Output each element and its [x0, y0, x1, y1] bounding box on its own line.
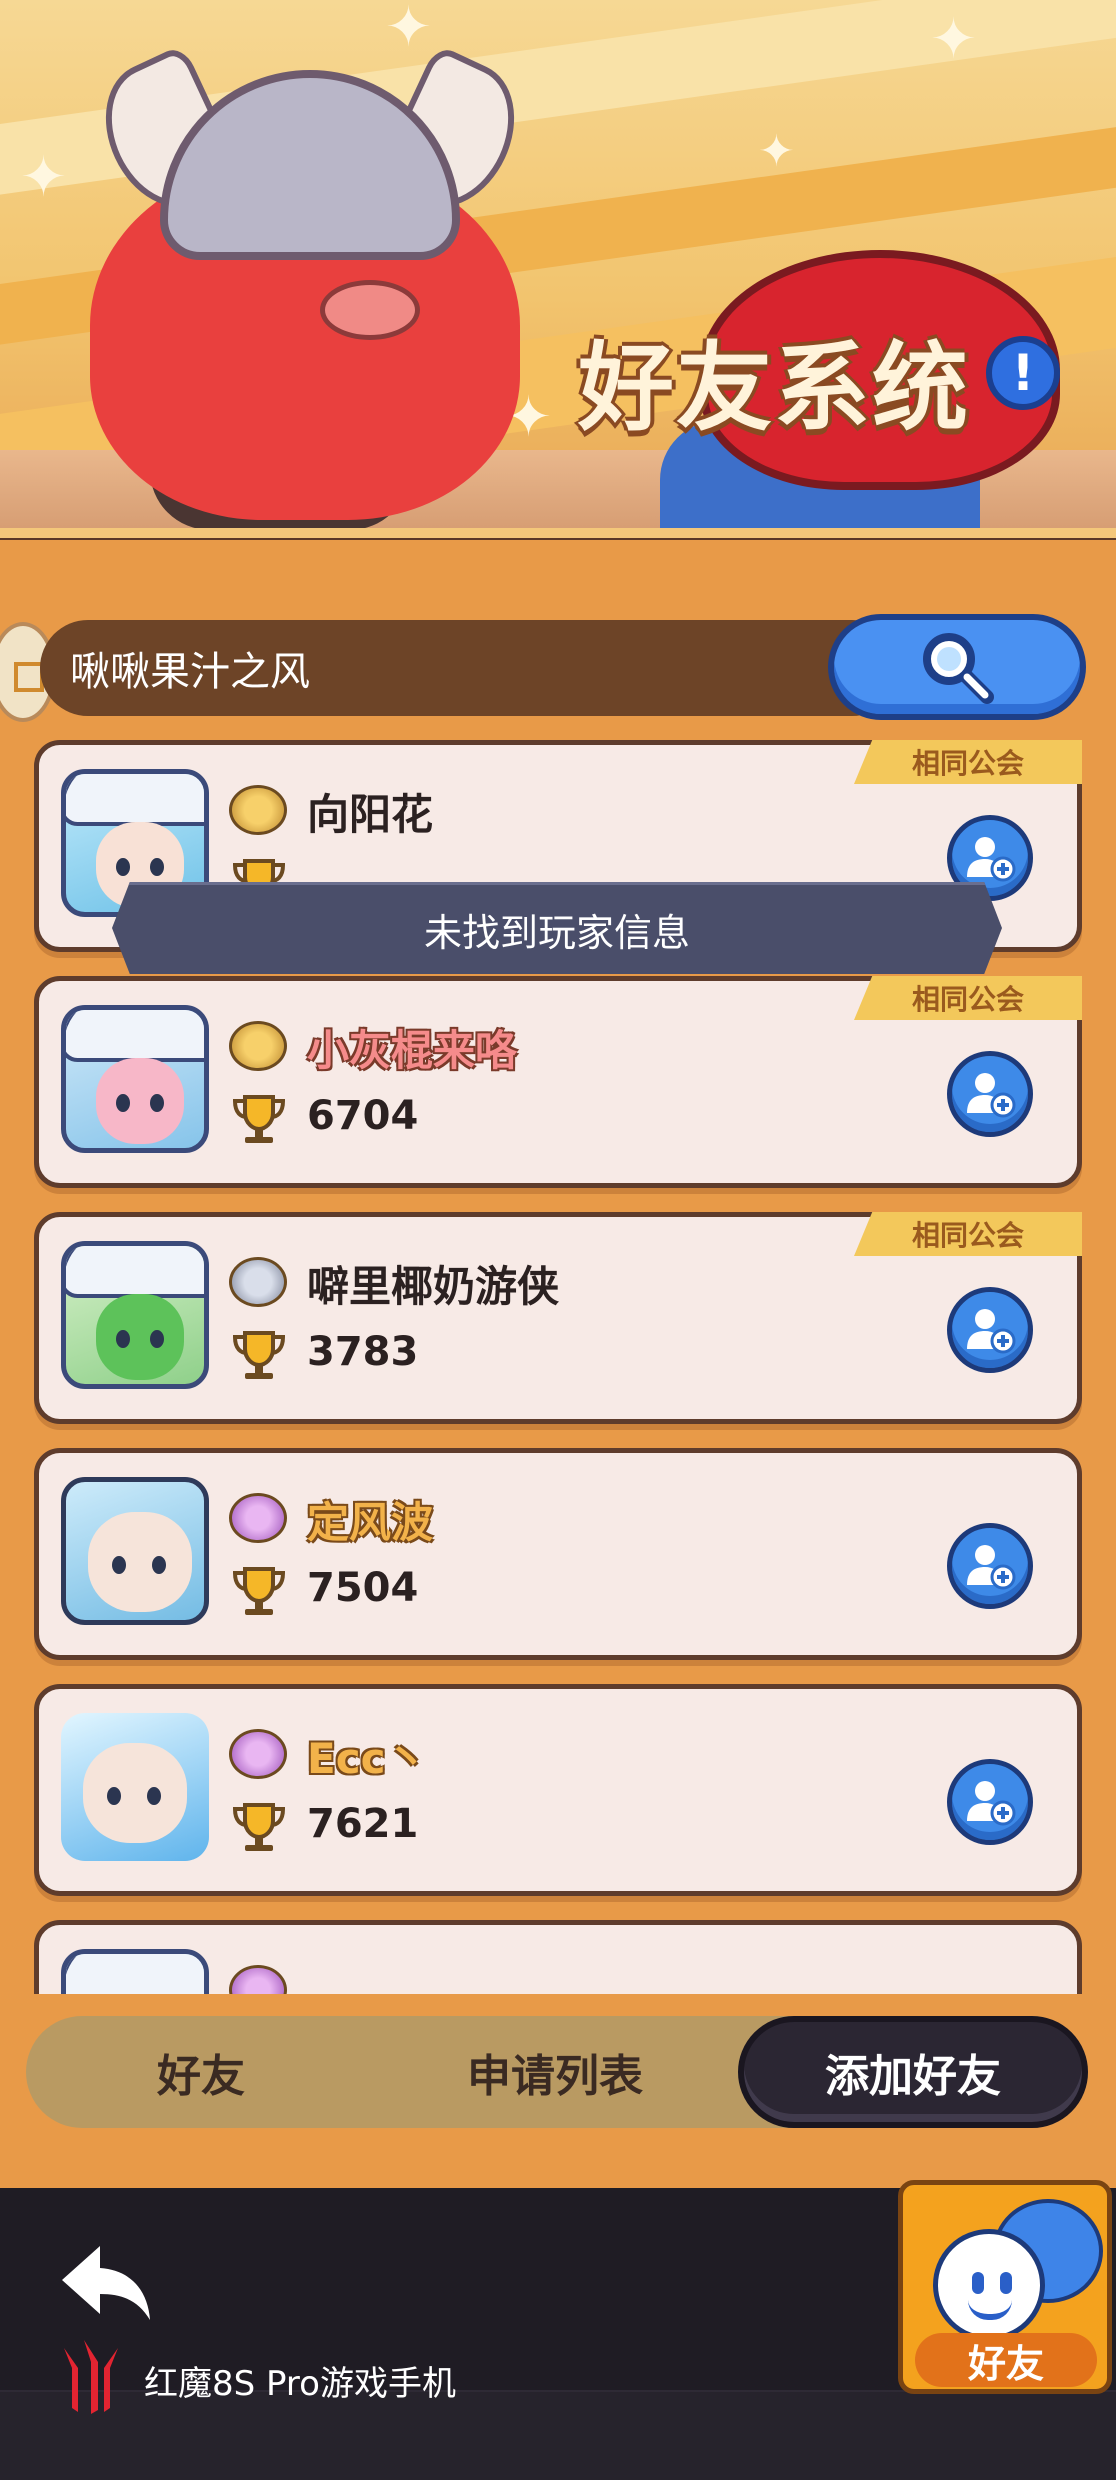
search-input[interactable] [70, 645, 810, 691]
smiley-eye [1000, 2272, 1012, 2294]
same-guild-tag: 相同公会 [854, 976, 1082, 1020]
avatar-face [83, 1743, 187, 1843]
search-icon [923, 633, 994, 704]
avatar-eye [150, 858, 164, 876]
avatar-face [96, 1058, 184, 1144]
panda-hat [66, 1010, 204, 1062]
player-card[interactable]: 相同公会 小灰棍来咯 6704 [34, 976, 1082, 1188]
panda-hat [66, 774, 204, 826]
purple-crown-icon [229, 1493, 287, 1543]
friends-button[interactable]: 好友 [898, 2180, 1112, 2394]
friends-button-label: 好友 [915, 2333, 1097, 2387]
avatar-eye [116, 858, 130, 876]
header-banner: ✦ ✦ ✦ ✦ ✦ 好友系统 ! [0, 0, 1116, 540]
avatar-eye [152, 1556, 166, 1574]
back-arrow-icon[interactable] [56, 2238, 156, 2328]
player-card[interactable]: 定风波 7504 [34, 1448, 1082, 1660]
sparkle-icon: ✦ [20, 145, 67, 210]
trophy-icon [232, 1095, 286, 1143]
gold-helmet-icon [229, 785, 287, 835]
avatar-eye [150, 1330, 164, 1348]
sparkle-icon: ✦ [758, 126, 795, 177]
viking-nose [320, 280, 420, 340]
tab-bar: 好友 申请列表 添加好友 [26, 2016, 1088, 2128]
brand-logo-icon [64, 2340, 118, 2414]
avatar-face [96, 1294, 184, 1380]
player-avatar[interactable] [61, 1477, 209, 1625]
purple-crown-icon [229, 1729, 287, 1779]
add-friend-button[interactable] [947, 1523, 1033, 1609]
avatar-eye [116, 1094, 130, 1112]
avatar-eye [112, 1556, 126, 1574]
info-icon[interactable]: ! [986, 336, 1060, 410]
add-user-icon [967, 1309, 1016, 1354]
panda-hat [66, 1246, 204, 1298]
avatar-face [88, 1512, 192, 1612]
player-name: 定风波 [307, 1498, 434, 1547]
smiley-icon [933, 2229, 1045, 2341]
player-avatar[interactable] [61, 1241, 209, 1389]
panda-hat [66, 1954, 204, 1994]
player-card[interactable]: 相同公会 噼里椰奶游侠 3783 [34, 1212, 1082, 1424]
smiley-mouth [968, 2300, 1012, 2320]
player-avatar[interactable] [61, 1713, 209, 1861]
trophy-count: 7504 [307, 1565, 419, 1611]
avatar-eye [107, 1787, 121, 1805]
tab-friends[interactable]: 好友 [26, 2016, 376, 2128]
player-avatar[interactable] [61, 1949, 209, 1994]
sparkle-icon: ✦ [930, 7, 977, 72]
add-user-icon [967, 1545, 1016, 1590]
add-user-icon [967, 1073, 1016, 1118]
add-friend-button[interactable] [947, 1287, 1033, 1373]
player-card[interactable]: Ecc丶 7621 [34, 1684, 1082, 1896]
player-name: 噼里椰奶游侠 [307, 1262, 560, 1311]
player-avatar[interactable] [61, 1005, 209, 1153]
avatar-eye [150, 1094, 164, 1112]
avatar-eye [116, 1330, 130, 1348]
add-friend-button[interactable] [947, 1759, 1033, 1845]
silver-helmet-icon [229, 1257, 287, 1307]
sparkle-icon: ✦ [385, 0, 432, 60]
same-guild-tag: 相同公会 [854, 1212, 1082, 1256]
trophy-icon [232, 1331, 286, 1379]
trophy-count: 6704 [307, 1093, 419, 1139]
banner-divider [0, 528, 1116, 540]
trophy-count: 3783 [307, 1329, 419, 1375]
player-card[interactable] [34, 1920, 1082, 1994]
add-friend-button[interactable] [947, 1051, 1033, 1137]
page-title: 好友系统 [578, 332, 970, 444]
player-name: 小灰棍来咯 [307, 1026, 518, 1075]
trophy-count: 7621 [307, 1801, 419, 1847]
trophy-icon [232, 1803, 286, 1851]
toast-message: 未找到玩家信息 [112, 882, 1002, 974]
search-bar [40, 620, 900, 716]
player-name: Ecc丶 [307, 1734, 428, 1783]
smiley-eye [972, 2272, 984, 2294]
add-user-icon [967, 1781, 1016, 1826]
tab-request-list[interactable]: 申请列表 [376, 2016, 734, 2128]
brand-text: 红魔8S Pro游戏手机 [144, 2364, 456, 2404]
purple-crown-icon [229, 1965, 287, 1994]
gold-crown-icon [229, 1021, 287, 1071]
avatar-eye [147, 1787, 161, 1805]
add-user-icon [967, 837, 1016, 882]
player-name: 向阳花 [307, 790, 434, 839]
tab-add-friend[interactable]: 添加好友 [738, 2016, 1088, 2128]
search-button[interactable] [828, 614, 1086, 720]
trophy-icon [232, 1567, 286, 1615]
same-guild-tag: 相同公会 [854, 740, 1082, 784]
